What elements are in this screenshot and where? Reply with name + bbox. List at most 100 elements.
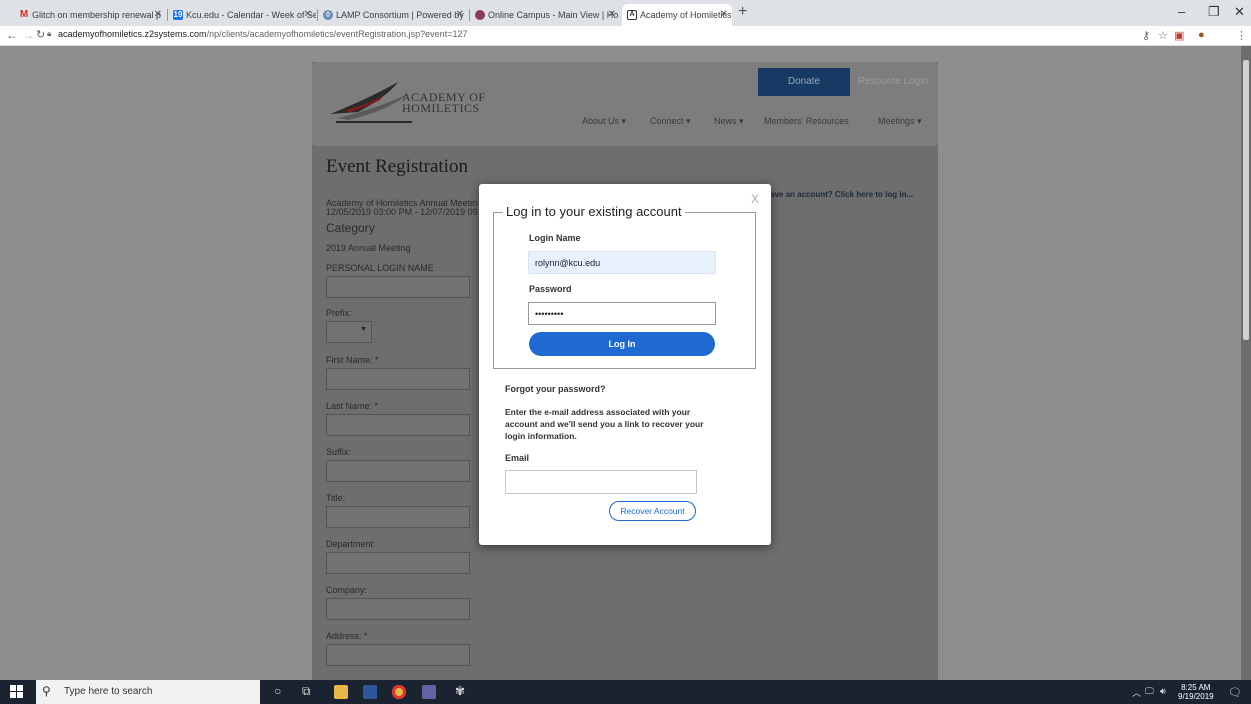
url-path: /np/clients/academyofhomiletics/eventReg… bbox=[206, 29, 468, 39]
meeting-dates: 12/05/2019 03:00 PM - 12/07/2019 09 bbox=[326, 207, 478, 217]
company-label: Company: bbox=[326, 585, 368, 595]
lock-icon: 🔒︎ bbox=[47, 29, 52, 38]
reload-icon[interactable]: ↻ bbox=[36, 28, 45, 41]
log-in-button[interactable]: Log In bbox=[529, 332, 715, 356]
nav-news[interactable]: News ▾ bbox=[714, 116, 744, 127]
search-icon: ⚲ bbox=[42, 684, 51, 698]
star-icon[interactable]: ☆ bbox=[1158, 29, 1168, 42]
close-tab-icon[interactable]: ✕ bbox=[720, 4, 728, 26]
recover-account-button[interactable]: Recover Account bbox=[609, 501, 696, 521]
login-prompt-link[interactable]: ave an account? Click here to log in... bbox=[770, 190, 913, 199]
url-host: academyofhomiletics.z2systems.com bbox=[58, 29, 207, 39]
system-clock[interactable]: 8:25 AM 9/19/2019 bbox=[1178, 683, 1214, 701]
tab-title: Academy of Homiletics | Academ bbox=[640, 10, 732, 20]
browser-tabstrip: M Glitch on membership renewal p ✕ 19 Kc… bbox=[0, 0, 1251, 26]
tray-chevron-icon[interactable]: ︿ bbox=[1132, 686, 1141, 699]
logo-line-2: HOMILETICS bbox=[402, 101, 480, 115]
restore-icon[interactable]: ❐ bbox=[1208, 4, 1220, 20]
tab-title: Glitch on membership renewal p bbox=[32, 10, 162, 20]
prefix-label: Prefix: bbox=[326, 308, 352, 318]
login-legend: Log in to your existing account bbox=[503, 204, 685, 219]
lamp-icon: ◊ bbox=[323, 10, 333, 20]
prefix-select[interactable]: ▼ bbox=[326, 321, 372, 343]
title-input[interactable] bbox=[326, 506, 470, 528]
app-icon[interactable]: ✾ bbox=[455, 684, 465, 698]
address-input[interactable] bbox=[326, 644, 470, 666]
close-icon[interactable]: X bbox=[751, 192, 759, 206]
browser-tab[interactable]: 19 Kcu.edu - Calendar - Week of Se ✕ bbox=[168, 4, 316, 26]
category-value: 2019 Annual Meeting bbox=[326, 243, 411, 253]
forward-icon[interactable]: → bbox=[22, 28, 34, 42]
address-bar[interactable]: academyofhomiletics.z2systems.com/np/cli… bbox=[58, 29, 467, 39]
category-label: Category bbox=[326, 221, 375, 235]
password-label: Password bbox=[529, 284, 572, 294]
close-tab-icon[interactable]: ✕ bbox=[456, 4, 464, 26]
task-view-icon[interactable]: ⧉ bbox=[302, 684, 311, 699]
academy-icon: A bbox=[627, 10, 637, 20]
volume-icon[interactable]: 🔊︎ bbox=[1160, 686, 1166, 697]
nav-meetings[interactable]: Meetings ▾ bbox=[878, 116, 922, 127]
clock-date: 9/19/2019 bbox=[1178, 692, 1214, 701]
browser-tab[interactable]: Online Campus - Main View | Ho ✕ bbox=[470, 4, 620, 26]
email-label: Email bbox=[505, 453, 530, 463]
teams-icon[interactable] bbox=[422, 685, 436, 699]
word-icon[interactable] bbox=[363, 685, 377, 699]
close-tab-icon[interactable]: ✕ bbox=[304, 4, 312, 26]
login-name-input[interactable]: rolynn@kcu.edu bbox=[528, 251, 716, 274]
last-name-label: Last Name: * bbox=[326, 401, 379, 411]
calendar-icon: 19 bbox=[173, 10, 183, 20]
close-tab-icon[interactable]: ✕ bbox=[154, 4, 162, 26]
file-explorer-icon[interactable] bbox=[334, 685, 348, 699]
tab-title: LAMP Consortium | Powered by bbox=[336, 10, 464, 20]
new-tab-icon[interactable]: + bbox=[738, 3, 747, 21]
logo-text: ACADEMY OF HOMILETICS bbox=[402, 91, 486, 115]
last-name-input[interactable] bbox=[326, 414, 470, 436]
back-icon[interactable]: ← bbox=[6, 28, 18, 42]
password-input[interactable]: ••••••••• bbox=[528, 302, 716, 325]
campus-icon bbox=[475, 10, 485, 20]
chrome-icon[interactable] bbox=[392, 685, 406, 699]
address-label: Address: * bbox=[326, 631, 368, 641]
browser-tab[interactable]: ◊ LAMP Consortium | Powered by ✕ bbox=[318, 4, 468, 26]
dropdown-arrow-icon: ▼ bbox=[360, 326, 367, 333]
personal-login-input[interactable] bbox=[326, 276, 470, 298]
network-icon[interactable]: 🖵︎ bbox=[1145, 686, 1154, 697]
windows-taskbar: ⚲ Type here to search ○ ⧉ ✾ ︿ 🖵︎ 🔊︎ 8:25… bbox=[0, 680, 1251, 704]
company-input[interactable] bbox=[326, 598, 470, 620]
page-title: Event Registration bbox=[326, 156, 468, 177]
minimize-icon[interactable]: – bbox=[1178, 4, 1185, 19]
nav-connect[interactable]: Connect ▾ bbox=[650, 116, 691, 127]
scrollbar-thumb[interactable] bbox=[1243, 60, 1249, 340]
suffix-input[interactable] bbox=[326, 460, 470, 482]
resource-login-link[interactable]: Resource Login bbox=[852, 68, 934, 96]
login-name-label: Login Name bbox=[529, 233, 581, 243]
browser-tab-active[interactable]: A Academy of Homiletics | Academ ✕ bbox=[622, 4, 732, 26]
browser-tab[interactable]: M Glitch on membership renewal p ✕ bbox=[14, 4, 166, 26]
nav-about-us[interactable]: About Us ▾ bbox=[582, 116, 626, 127]
tab-title: Kcu.edu - Calendar - Week of Se bbox=[186, 10, 316, 20]
first-name-input[interactable] bbox=[326, 368, 470, 390]
avatar[interactable]: ● bbox=[1198, 29, 1205, 41]
notifications-icon[interactable]: 🗨︎ bbox=[1228, 686, 1242, 699]
login-modal: X Log in to your existing account Login … bbox=[479, 184, 771, 545]
site-header: ACADEMY OF HOMILETICS Donate Resource Lo… bbox=[312, 62, 938, 146]
windows-start-icon[interactable] bbox=[10, 685, 24, 699]
nav-members-resources[interactable]: Members' Resources bbox=[764, 116, 849, 126]
key-icon[interactable]: ⚷ bbox=[1142, 29, 1150, 42]
first-name-label: First Name: * bbox=[326, 355, 379, 365]
taskbar-search[interactable]: ⚲ Type here to search bbox=[36, 680, 260, 704]
gmail-icon: M bbox=[19, 9, 29, 20]
personal-login-label: PERSONAL LOGIN NAME bbox=[326, 263, 434, 273]
email-input[interactable] bbox=[505, 470, 697, 494]
department-label: Department: bbox=[326, 539, 376, 549]
close-tab-icon[interactable]: ✕ bbox=[608, 4, 616, 26]
donate-button[interactable]: Donate bbox=[758, 68, 850, 96]
search-placeholder: Type here to search bbox=[64, 686, 153, 697]
menu-icon[interactable]: ⋮ bbox=[1236, 29, 1247, 42]
cortana-icon[interactable]: ○ bbox=[274, 684, 281, 698]
pdf-extension-icon[interactable]: ▣ bbox=[1174, 29, 1184, 42]
page-scrollbar[interactable] bbox=[1241, 46, 1251, 680]
department-input[interactable] bbox=[326, 552, 470, 574]
title-label: Title: bbox=[326, 493, 346, 503]
close-window-icon[interactable]: ✕ bbox=[1234, 4, 1245, 20]
